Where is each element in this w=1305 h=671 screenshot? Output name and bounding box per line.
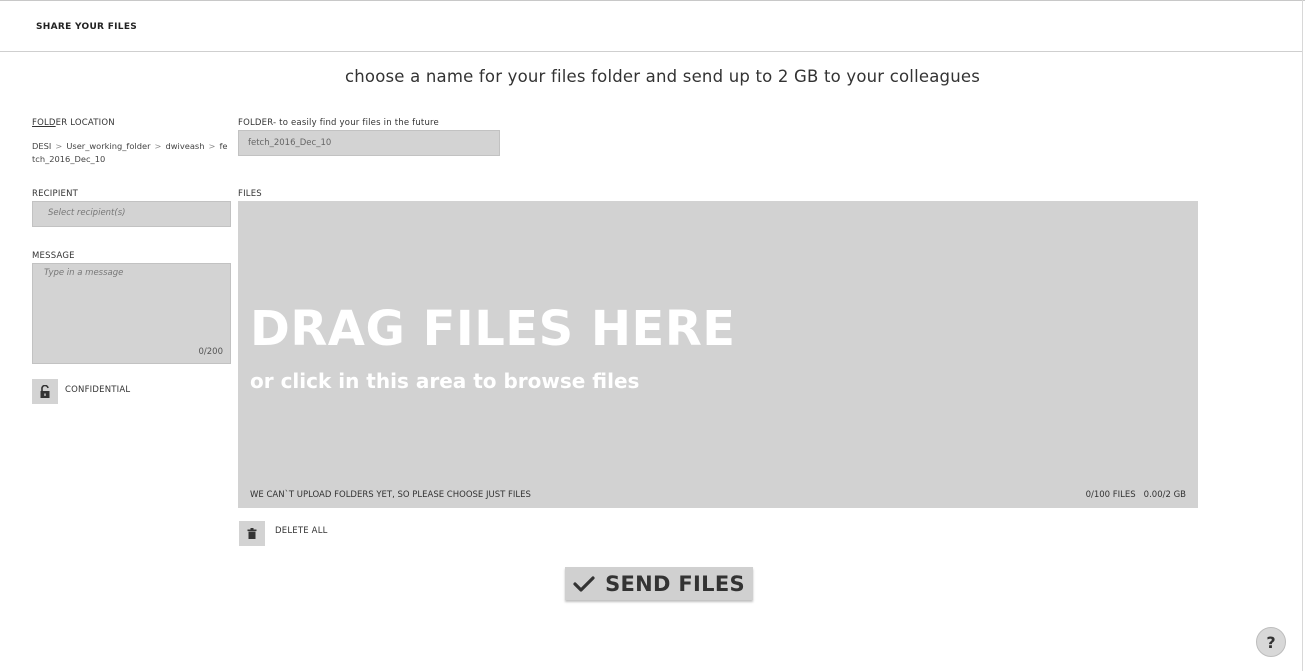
- file-count: 0/100 FILES: [1085, 490, 1136, 500]
- dropzone-note: WE CAN`T UPLOAD FOLDERS YET, SO PLEASE C…: [250, 490, 531, 500]
- files-label: FILES: [238, 189, 262, 199]
- dropzone-subtitle: or click in this area to browse files: [250, 369, 640, 393]
- chevron-right-icon: >: [55, 141, 63, 151]
- chevron-right-icon: >: [154, 141, 162, 151]
- message-char-counter: 0/200: [198, 347, 224, 357]
- breadcrumb: DESI > User_working_folder > dwiveash > fetch_…: [32, 140, 228, 166]
- recipient-input[interactable]: Select recipient(s): [32, 201, 231, 227]
- message-placeholder: Type in a message: [44, 268, 124, 278]
- unlock-icon: [40, 384, 50, 398]
- page-subtitle: choose a name for your files folder and …: [344, 67, 981, 86]
- recipient-placeholder: Select recipient(s): [48, 208, 126, 218]
- delete-all-label: DELETE ALL: [275, 526, 328, 536]
- breadcrumb-item[interactable]: dwiveash: [165, 141, 204, 151]
- confidential-toggle[interactable]: [32, 379, 58, 404]
- breadcrumb-item[interactable]: DESI: [32, 141, 51, 151]
- send-files-label: SEND FILES: [605, 571, 745, 596]
- help-button[interactable]: ?: [1256, 627, 1286, 657]
- delete-all-button[interactable]: [239, 521, 265, 546]
- message-textarea[interactable]: Type in a message 0/200: [32, 263, 231, 364]
- file-dropzone[interactable]: DRAG FILES HERE or click in this area to…: [238, 201, 1198, 508]
- message-label: MESSAGE: [32, 251, 75, 261]
- size-count: 0.00/2 GB: [1143, 490, 1186, 500]
- dropzone-title: DRAG FILES HERE: [250, 301, 736, 357]
- folder-name-label: FOLDER- to easily find your files in the…: [238, 118, 439, 128]
- folder-location-label-rest: ER LOCATION: [55, 118, 115, 128]
- folder-location-label: FOLDER LOCATION: [32, 118, 115, 128]
- right-border: [1302, 0, 1303, 671]
- trash-icon: [247, 528, 257, 539]
- help-icon: ?: [1266, 632, 1276, 652]
- recipient-label: RECIPIENT: [32, 189, 79, 199]
- page-header: SHARE YOUR FILES: [0, 1, 1302, 52]
- confidential-label: CONFIDENTIAL: [65, 385, 131, 395]
- breadcrumb-item[interactable]: User_working_folder: [66, 141, 150, 151]
- chevron-right-icon: >: [208, 141, 216, 151]
- send-files-button[interactable]: SEND FILES: [565, 567, 753, 600]
- page-title: SHARE YOUR FILES: [36, 22, 138, 32]
- folder-name-input[interactable]: fetch_2016_Dec_10: [238, 130, 500, 156]
- dropzone-counts: 0/100 FILES 0.00/2 GB: [1086, 490, 1186, 500]
- folder-location-label-underlined: FOLD: [32, 118, 56, 128]
- folder-name-value: fetch_2016_Dec_10: [248, 138, 332, 148]
- check-icon: [573, 575, 595, 592]
